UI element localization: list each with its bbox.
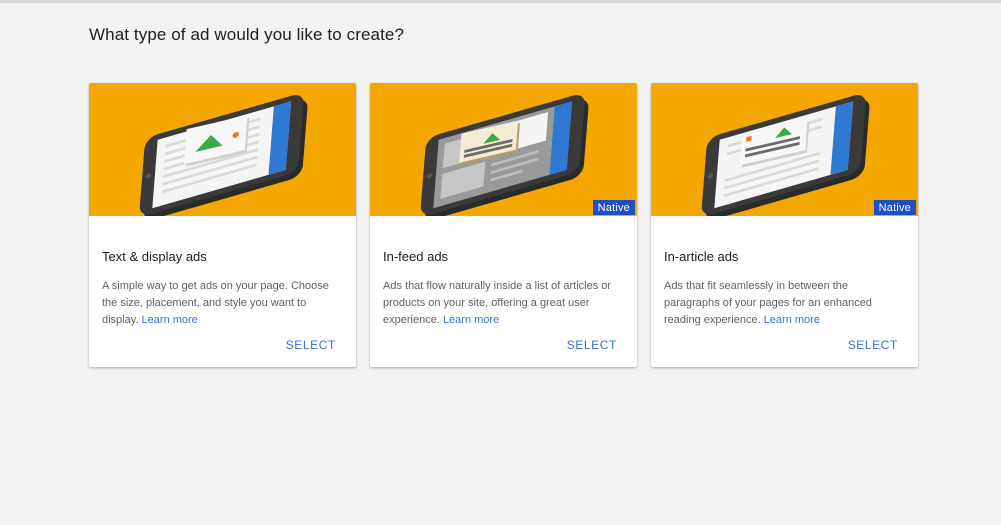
top-divider bbox=[0, 0, 1001, 3]
ad-type-cards: Text & display ads A simple way to get a… bbox=[89, 83, 919, 368]
phone-infeed-ad-icon bbox=[420, 95, 589, 216]
card-hero bbox=[89, 83, 356, 216]
card-text-display-ads: Text & display ads A simple way to get a… bbox=[89, 83, 356, 367]
learn-more-link[interactable]: Learn more bbox=[443, 314, 499, 326]
learn-more-link[interactable]: Learn more bbox=[142, 314, 198, 326]
phone-display-ad-icon bbox=[139, 95, 308, 216]
select-button[interactable]: SELECT bbox=[848, 338, 898, 352]
card-description: A simple way to get ads on your page. Ch… bbox=[102, 280, 329, 326]
learn-more-link[interactable]: Learn more bbox=[764, 314, 820, 326]
native-badge: Native bbox=[873, 200, 916, 215]
native-badge: Native bbox=[592, 200, 635, 215]
select-button[interactable]: SELECT bbox=[286, 338, 336, 352]
card-hero: Native bbox=[370, 83, 637, 216]
card-title: Text & display ads bbox=[102, 249, 207, 264]
phone-inarticle-ad-icon bbox=[701, 95, 870, 216]
card-in-article-ads: Native In-article ads Ads that fit seaml… bbox=[651, 83, 918, 367]
card-description: Ads that fit seamlessly in between the p… bbox=[664, 280, 872, 326]
page-title: What type of ad would you like to create… bbox=[89, 25, 404, 44]
card-in-feed-ads: Native In-feed ads Ads that flow natural… bbox=[370, 83, 637, 367]
card-description: Ads that flow naturally inside a list of… bbox=[383, 280, 612, 326]
card-hero: Native bbox=[651, 83, 918, 216]
card-title: In-feed ads bbox=[383, 249, 449, 264]
card-title: In-article ads bbox=[664, 249, 739, 264]
select-button[interactable]: SELECT bbox=[567, 338, 617, 352]
